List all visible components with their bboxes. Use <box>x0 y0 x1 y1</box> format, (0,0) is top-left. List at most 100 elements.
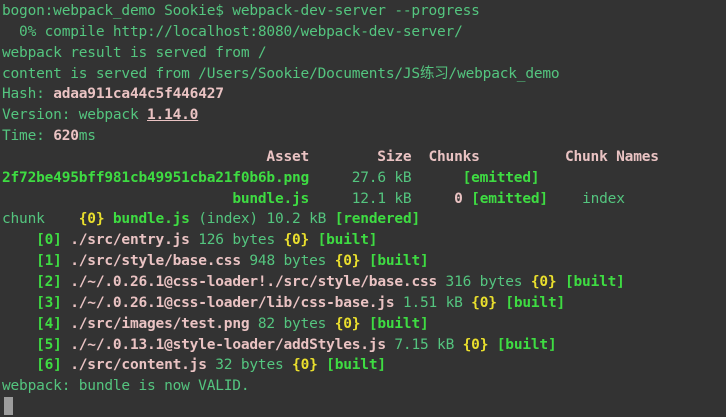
terminal-text: ./~/.0.26.1@css-loader!./src/style/base.… <box>70 274 437 290</box>
terminal-text <box>488 337 497 353</box>
terminal-line: [5] ./~/.0.13.1@style-loader/addStyles.j… <box>2 335 726 356</box>
terminal-text: bundle.js <box>113 211 190 227</box>
terminal-text <box>62 274 71 290</box>
terminal-text <box>318 357 327 373</box>
terminal-text: chunk <box>2 211 79 227</box>
terminal-text: 948 bytes <box>241 253 335 269</box>
terminal-line: [4] ./src/images/test.png 82 bytes {0} [… <box>2 314 726 335</box>
terminal-text: 7.15 kB <box>386 337 463 353</box>
terminal-line: content is served from /Users/Sookie/Doc… <box>2 64 726 85</box>
terminal-text: content is served from /Users/Sookie/Doc… <box>2 66 559 82</box>
terminal-text: {0} <box>284 232 310 248</box>
terminal-text: Version: webpack <box>2 107 147 123</box>
terminal-text: {0} <box>335 316 361 332</box>
terminal-text: {0} <box>531 274 557 290</box>
terminal-text: 82 bytes <box>249 316 334 332</box>
terminal-text: ./~/.0.13.1@style-loader/addStyles.js <box>70 337 386 353</box>
terminal-text <box>2 357 36 373</box>
terminal-text: 2f72be495bff981cb49951cba21f0b6b.png <box>2 170 309 186</box>
terminal-text: 1.14.0 <box>147 107 198 123</box>
terminal-text: 126 bytes <box>190 232 284 248</box>
terminal-text <box>360 253 369 269</box>
terminal-line: [6] ./src/content.js 32 bytes {0} [built… <box>2 355 726 376</box>
terminal-text: 12.1 kB <box>309 191 454 207</box>
terminal-text <box>2 295 36 311</box>
terminal-line: 0% compile http://localhost:8080/webpack… <box>2 22 726 43</box>
terminal-line: [0] ./src/entry.js 126 bytes {0} [built] <box>2 230 726 251</box>
terminal-text: [4] <box>36 316 62 332</box>
terminal-text <box>463 191 472 207</box>
terminal-text: {0} <box>471 295 497 311</box>
terminal-text: {0} <box>463 337 489 353</box>
terminal-line: Time: 620ms <box>2 126 726 147</box>
terminal-text <box>62 253 71 269</box>
terminal-text: 620 <box>53 128 79 144</box>
terminal-text: {0} <box>335 253 361 269</box>
terminal-text: 27.6 kB <box>309 170 463 186</box>
terminal-text <box>2 191 232 207</box>
terminal-line: Hash: adaa911ca44c5f446427 <box>2 84 726 105</box>
terminal-text: [emitted] <box>471 191 548 207</box>
terminal-output: bogon:webpack_demo Sookie$ webpack-dev-s… <box>0 0 726 417</box>
terminal-text: 316 bytes <box>437 274 531 290</box>
terminal-text <box>2 274 36 290</box>
terminal-text: [built] <box>369 316 429 332</box>
terminal-text: webpack: bundle is now VALID. <box>2 378 249 394</box>
terminal-text: [1] <box>36 253 62 269</box>
terminal-text: [rendered] <box>335 211 420 227</box>
terminal-text: 0 <box>454 191 463 207</box>
terminal-line: 2f72be495bff981cb49951cba21f0b6b.png 27.… <box>2 168 726 189</box>
terminal-text <box>2 316 36 332</box>
terminal-text: [built] <box>326 357 386 373</box>
terminal-text <box>62 295 71 311</box>
terminal-text: ./src/content.js <box>70 357 206 373</box>
terminal-text: [3] <box>36 295 62 311</box>
terminal-text <box>104 211 113 227</box>
terminal-text <box>62 357 71 373</box>
terminal-line: Asset Size Chunks Chunk Names <box>2 147 726 168</box>
terminal-text: [5] <box>36 337 62 353</box>
terminal-text: adaa911ca44c5f446427 <box>53 86 224 102</box>
terminal-text: 1.51 kB <box>394 295 471 311</box>
terminal-text: index <box>548 191 625 207</box>
terminal-cursor <box>4 397 13 415</box>
terminal-text: bundle.js <box>232 191 309 207</box>
terminal-line: chunk {0} bundle.js (index) 10.2 kB [ren… <box>2 209 726 230</box>
terminal-text: ./~/.0.26.1@css-loader/lib/css-base.js <box>70 295 394 311</box>
terminal-text: {0} <box>79 211 105 227</box>
terminal-text: [0] <box>36 232 62 248</box>
terminal-line <box>2 397 726 417</box>
terminal-text <box>62 337 71 353</box>
terminal-text: Asset Size Chunks Chunk Names <box>2 149 659 165</box>
terminal-text: webpack result is served from / <box>2 45 266 61</box>
terminal-text: ./src/entry.js <box>70 232 189 248</box>
terminal-text: [built] <box>565 274 625 290</box>
terminal-text: [6] <box>36 357 62 373</box>
terminal-line: bundle.js 12.1 kB 0 [emitted] index <box>2 189 726 210</box>
terminal-text: ./src/images/test.png <box>70 316 249 332</box>
terminal-text: [emitted] <box>463 170 540 186</box>
terminal-text: [built] <box>318 232 378 248</box>
terminal-line: bogon:webpack_demo Sookie$ webpack-dev-s… <box>2 1 726 22</box>
terminal-text <box>309 232 318 248</box>
terminal-text: Hash: <box>2 86 53 102</box>
terminal-text: [built] <box>505 295 565 311</box>
terminal-text <box>62 316 71 332</box>
terminal-text: (index) 10.2 kB <box>190 211 335 227</box>
terminal-text <box>2 232 36 248</box>
terminal-line: webpack: bundle is now VALID. <box>2 376 726 397</box>
terminal-window[interactable]: bogon:webpack_demo Sookie$ webpack-dev-s… <box>0 0 726 417</box>
terminal-text <box>2 253 36 269</box>
terminal-text: [2] <box>36 274 62 290</box>
terminal-text <box>62 232 71 248</box>
terminal-text: {0} <box>292 357 318 373</box>
terminal-text: ./src/style/base.css <box>70 253 241 269</box>
terminal-line: [1] ./src/style/base.css 948 bytes {0} [… <box>2 251 726 272</box>
terminal-text <box>556 274 565 290</box>
terminal-line: Version: webpack 1.14.0 <box>2 105 726 126</box>
terminal-line: [2] ./~/.0.26.1@css-loader!./src/style/b… <box>2 272 726 293</box>
terminal-text: ms <box>79 128 96 144</box>
terminal-text: 0% compile http://localhost:8080/webpack… <box>2 24 463 40</box>
terminal-line: webpack result is served from / <box>2 43 726 64</box>
terminal-text: [built] <box>497 337 557 353</box>
